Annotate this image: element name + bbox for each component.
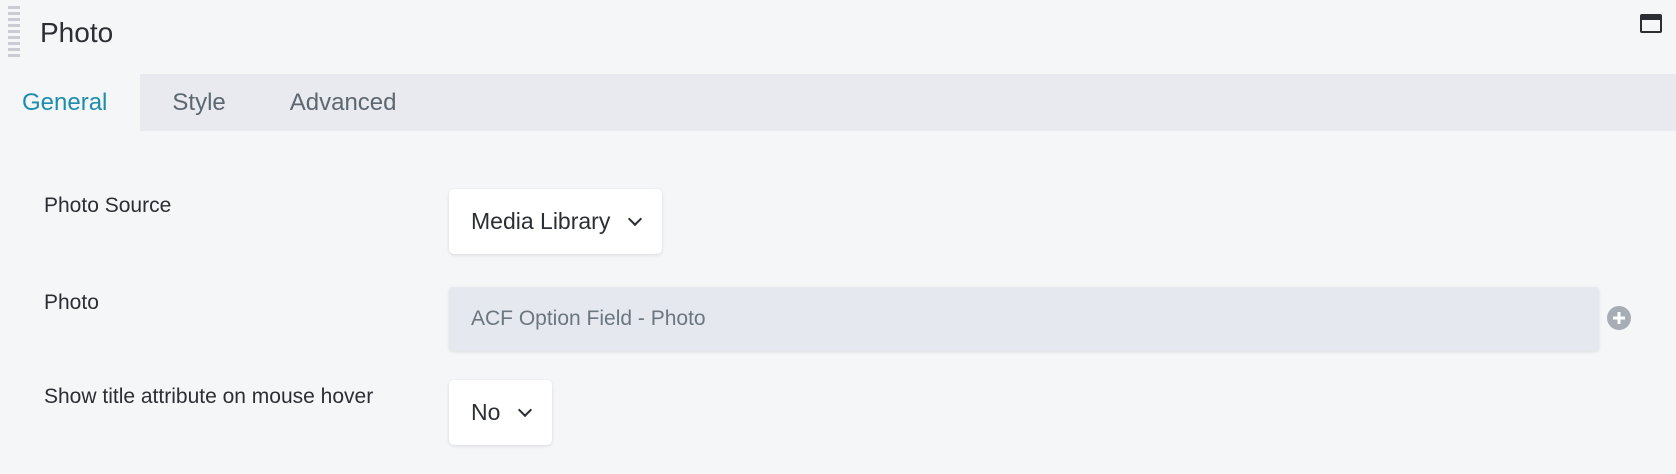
tab-general[interactable]: General <box>0 74 141 131</box>
show-title-select[interactable]: No <box>449 380 553 445</box>
show-title-value: No <box>471 399 501 425</box>
panel-title: Photo <box>40 17 114 48</box>
plus-circle-icon[interactable] <box>1607 306 1631 330</box>
photo-source-label: Photo Source <box>44 194 172 217</box>
photo-label: Photo <box>44 291 99 314</box>
photo-source-select[interactable]: Media Library <box>449 189 663 254</box>
drag-handle-icon[interactable] <box>8 6 20 60</box>
show-title-label: Show title attribute on mouse hover <box>44 385 374 408</box>
chevron-down-icon <box>518 402 533 417</box>
tab-style[interactable]: Style <box>140 74 257 131</box>
tab-advanced[interactable]: Advanced <box>258 74 417 131</box>
photo-field[interactable]: ACF Option Field - Photo <box>449 287 1599 351</box>
photo-source-value: Media Library <box>471 208 611 234</box>
tab-bar: General Style Advanced <box>0 74 1676 131</box>
maximize-window-icon[interactable] <box>1640 14 1662 33</box>
chevron-down-icon <box>628 211 643 226</box>
photo-settings-panel: Photo General Style Advanced Photo Sourc… <box>0 0 1676 474</box>
panel-header: Photo <box>0 0 1676 74</box>
